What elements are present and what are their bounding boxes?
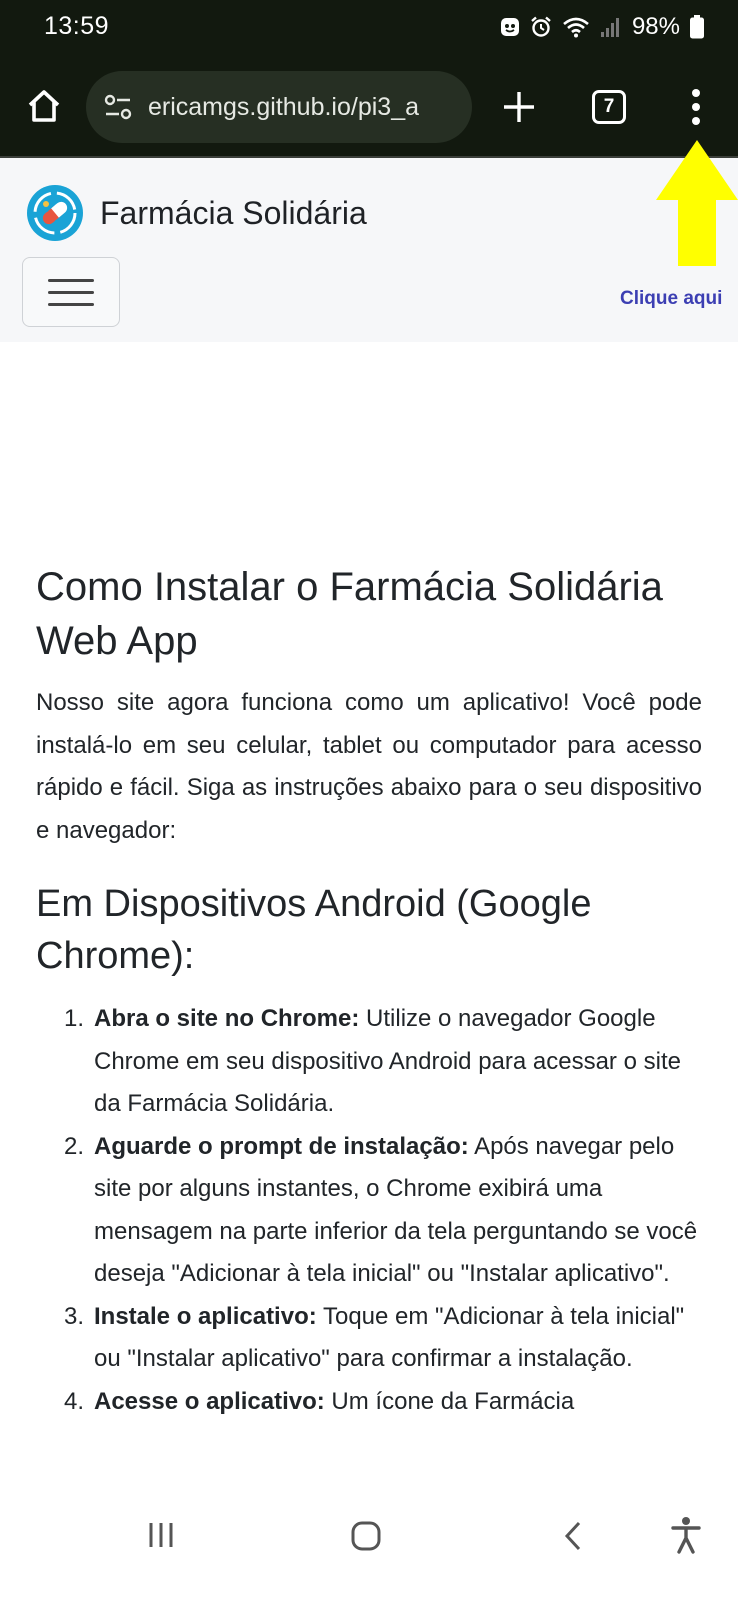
hamburger-line <box>48 290 94 294</box>
accessibility-icon[interactable] <box>670 1516 702 1554</box>
arrow-up-icon <box>656 140 738 266</box>
more-vert-dot <box>692 117 700 125</box>
list-item: 2. Aguarde o prompt de instalação: Após n… <box>36 1126 702 1296</box>
step-title: Aguarde o prompt de instalação: <box>94 1132 469 1160</box>
plus-icon <box>504 92 534 122</box>
navbar-toggler-button[interactable] <box>22 257 120 327</box>
page-title: Como Instalar o Farmácia Solidária Web A… <box>36 565 663 663</box>
status-icons: 98% <box>500 12 704 42</box>
android-section-title: Em Dispositivos Android (Google Chrome): <box>36 883 592 977</box>
home-icon <box>28 90 60 122</box>
main-content: Como Instalar o Farmácia Solidária Web A… <box>36 560 702 1423</box>
android-steps-list: 1. Abra o site no Chrome: Utilize o naveg… <box>36 998 702 1423</box>
wifi-icon <box>563 17 589 38</box>
more-vert-icon <box>692 89 700 97</box>
list-item: 3. Instale o aplicativo: Toque em "Adicio… <box>36 1296 702 1381</box>
click-here-hint: Clique aqui <box>620 288 723 309</box>
tabs-icon: 7 <box>603 96 615 117</box>
step-number: 4. <box>64 1387 85 1415</box>
tab-switcher-button[interactable]: 7 <box>592 90 626 124</box>
url-bar[interactable]: ericamgs.github.io/pi3_a <box>86 71 472 143</box>
step-title: Acesse o aplicativo: <box>94 1387 325 1415</box>
list-item: 4. Acesse o aplicativo: Um ícone da Farmá… <box>36 1381 702 1424</box>
battery-percentage: 98% <box>631 13 680 40</box>
list-item: 1. Abra o site no Chrome: Utilize o naveg… <box>36 998 702 1126</box>
app-notification-icon <box>500 18 519 36</box>
step-text: Um ícone da Farmácia <box>324 1387 575 1415</box>
home-button[interactable] <box>22 84 66 128</box>
url-text[interactable]: ericamgs.github.io/pi3_a <box>148 93 419 122</box>
step-title: Instale o aplicativo: <box>94 1302 317 1330</box>
pill-logo-icon <box>27 185 83 241</box>
home-circle-icon[interactable] <box>350 1520 382 1552</box>
step-number: 3. <box>64 1302 85 1330</box>
step-title: Abra o site no Chrome: <box>94 1005 360 1032</box>
system-nav-bar <box>0 1492 738 1600</box>
hamburger-icon <box>48 278 94 282</box>
brand-name[interactable]: Farmácia Solidária <box>100 195 367 232</box>
intro-paragraph: Nosso site agora funciona como um aplica… <box>36 689 702 844</box>
hamburger-line <box>48 302 94 306</box>
step-number: 1. <box>64 1005 85 1032</box>
brand[interactable]: Farmácia Solidária <box>26 184 367 242</box>
alarm-icon <box>531 16 551 37</box>
more-menu-button[interactable] <box>676 82 716 132</box>
step-number: 2. <box>64 1132 85 1160</box>
tune-icon[interactable] <box>102 91 134 123</box>
more-vert-dot <box>692 103 700 111</box>
battery-icon <box>690 15 704 39</box>
new-tab-button[interactable] <box>498 86 540 128</box>
status-bar: 13:59 98% <box>0 0 738 56</box>
recent-apps-icon[interactable] <box>146 1520 176 1550</box>
site-navbar: Farmácia Solidária <box>0 158 738 342</box>
back-icon[interactable] <box>562 1520 584 1552</box>
status-time: 13:59 <box>44 12 110 40</box>
signal-icon <box>600 18 619 37</box>
browser-toolbar: ericamgs.github.io/pi3_a 7 <box>0 56 738 158</box>
